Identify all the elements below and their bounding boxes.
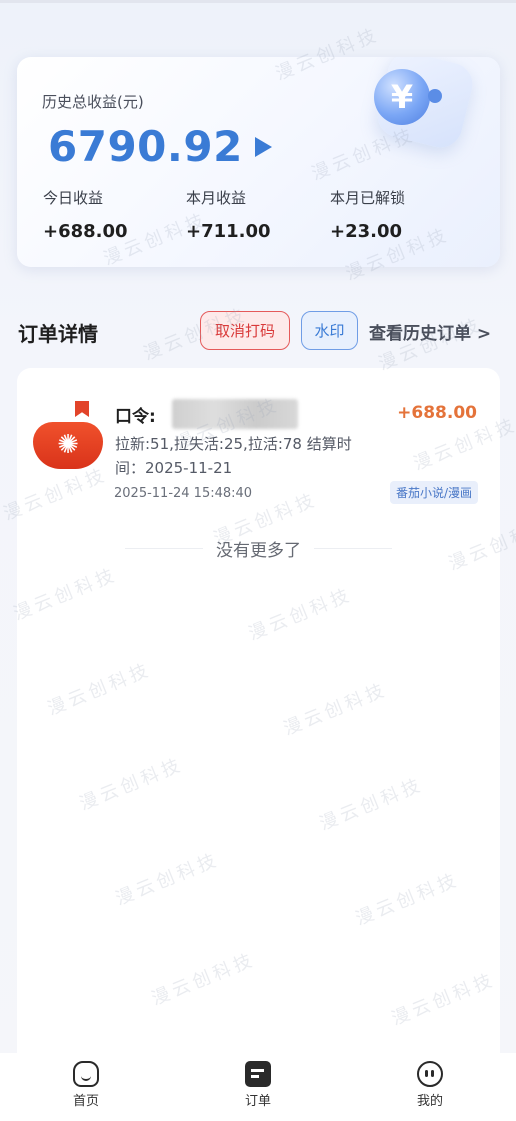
view-history-orders-link[interactable]: 查看历史订单 > xyxy=(369,319,491,344)
divider-left xyxy=(125,547,203,549)
order-code-label: 口令: xyxy=(115,407,156,427)
orders-section-title: 订单详情 xyxy=(18,322,98,346)
bottom-navigation: 首页 订单 我的 xyxy=(0,1053,516,1121)
order-platform-tag: 番茄小说/漫画 xyxy=(389,481,478,504)
nav-orders[interactable]: 订单 xyxy=(228,1061,288,1109)
earnings-total: 6790.92 xyxy=(48,122,243,171)
stat-month-label: 本月收益 xyxy=(186,189,247,207)
cancel-mosaic-button[interactable]: 取消打码 xyxy=(200,311,290,350)
bookmark-icon xyxy=(75,401,89,417)
home-icon xyxy=(73,1061,99,1087)
order-code-blurred xyxy=(172,399,298,429)
play-arrow-icon[interactable] xyxy=(254,136,272,157)
nav-orders-label: 订单 xyxy=(244,1094,271,1109)
order-amount: +688.00 xyxy=(397,403,477,423)
earnings-total-row[interactable]: 6790.92 xyxy=(48,122,272,171)
list-end-indicator: 没有更多了 xyxy=(17,536,500,561)
yen-decoration: ¥ xyxy=(366,57,478,154)
profile-icon xyxy=(417,1061,443,1087)
order-icon xyxy=(245,1061,271,1087)
yen-dot-icon xyxy=(428,89,442,103)
list-end-text: 没有更多了 xyxy=(216,540,301,561)
orders-panel: ✺ 口令: +688.00 拉新:51,拉失活:25,拉活:78 结算时间：20… xyxy=(17,368,500,1068)
stat-unlocked: 本月已解锁 +23.00 xyxy=(330,187,405,242)
earnings-card: ¥ 历史总收益(元) 6790.92 今日收益 +688.00 本月收益 +71… xyxy=(17,57,500,267)
stat-month-value: +711.00 xyxy=(186,221,271,242)
yen-coin-icon: ¥ xyxy=(374,69,430,125)
stat-today-label: 今日收益 xyxy=(43,189,104,207)
stat-today-value: +688.00 xyxy=(43,221,128,242)
watermark-button[interactable]: 水印 xyxy=(301,311,358,350)
divider-right xyxy=(314,547,392,549)
earnings-title: 历史总收益(元) xyxy=(42,93,144,111)
nav-home-label: 首页 xyxy=(72,1094,99,1109)
nav-mine[interactable]: 我的 xyxy=(400,1061,460,1109)
stat-unlocked-value: +23.00 xyxy=(330,221,403,242)
stat-month: 本月收益 +711.00 xyxy=(186,187,271,242)
order-description: 拉新:51,拉失活:25,拉活:78 结算时间：2025-11-21 xyxy=(115,435,352,477)
nav-home[interactable]: 首页 xyxy=(56,1061,116,1109)
nav-mine-label: 我的 xyxy=(416,1094,443,1109)
stat-today: 今日收益 +688.00 xyxy=(43,187,128,242)
order-time: 2025-11-24 15:48:40 xyxy=(114,486,253,501)
order-list-item[interactable]: ✺ 口令: +688.00 拉新:51,拉失活:25,拉活:78 结算时间：20… xyxy=(17,368,500,518)
top-divider xyxy=(0,0,516,3)
tomato-novel-icon: ✺ xyxy=(33,422,103,469)
stat-unlocked-label: 本月已解锁 xyxy=(330,189,406,207)
